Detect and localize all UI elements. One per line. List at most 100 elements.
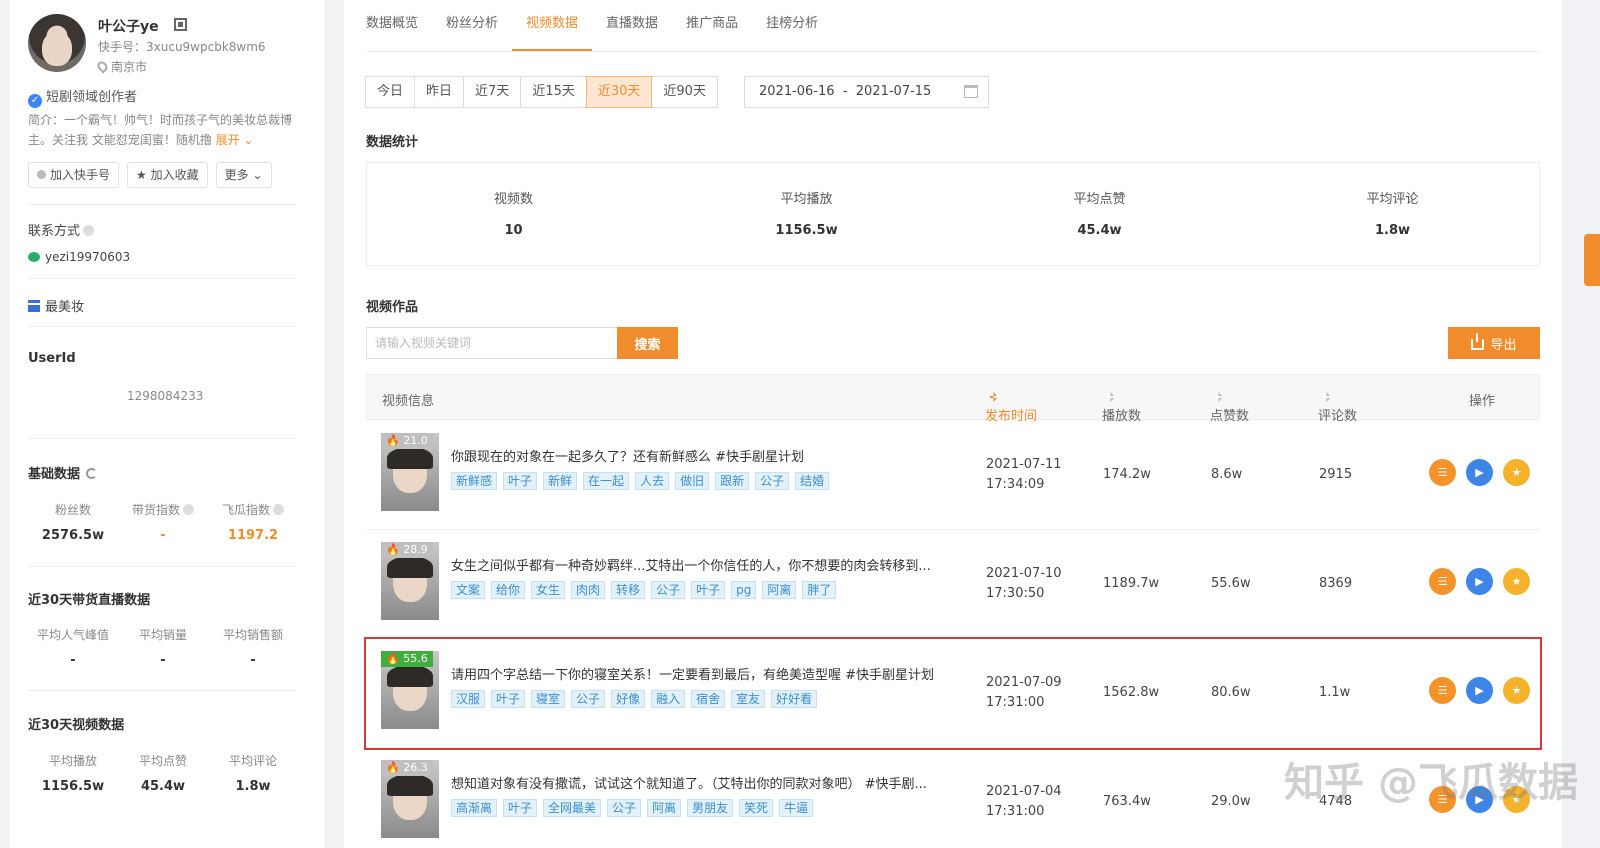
table-row: 🔥 21.0 你跟现在的对象在一起多久了？还有新鲜感么 #快手剧星计划 新鲜感 … (366, 421, 1540, 530)
video-tag[interactable]: 叶子 (691, 581, 726, 599)
add-kuaishou-button[interactable]: 加入快手号 (28, 162, 120, 188)
video-tag[interactable]: 男朋友 (687, 799, 734, 817)
video-search-input[interactable] (366, 327, 618, 359)
video-tag[interactable]: 阿离 (647, 799, 682, 817)
search-button[interactable]: 搜索 (617, 327, 678, 359)
video-tag[interactable]: 公子 (607, 799, 642, 817)
video-tag[interactable]: 公子 (571, 690, 606, 708)
tab-ranking[interactable]: 挂榜分析 (752, 0, 832, 51)
video-tag[interactable]: 公子 (651, 581, 686, 599)
tab-fans[interactable]: 粉丝分析 (432, 0, 512, 51)
video-title[interactable]: 请用四个字总结一下你的寝室关系！一定要看到最后，有绝美造型喔 #快手剧星计划 (451, 664, 966, 683)
star-icon[interactable]: ★ (1503, 568, 1530, 595)
tab-video-data[interactable]: 视频数据 (512, 0, 593, 51)
video-tag[interactable]: 叶子 (503, 472, 538, 490)
play-count: 174.2w (1103, 467, 1151, 482)
kuaishou-id: 快手号：3xucu9wpcbk8wm6 (98, 40, 266, 54)
profile-actions: 加入快手号 ★ 加入收藏 更多 ⌄ (28, 162, 272, 188)
location: 南京市 (95, 58, 147, 75)
video-tag[interactable]: 女生 (531, 581, 566, 599)
video-thumbnail[interactable]: 🔥 21.0 (381, 433, 439, 511)
video-tag[interactable]: pg (731, 581, 757, 599)
date-picker[interactable]: 2021-06-16 - 2021-07-15 (744, 76, 989, 108)
table-header: 视频信息 发布时间 播放数 点赞数 评论数 操作 (366, 374, 1540, 424)
video-tag[interactable]: 做旧 (675, 472, 710, 490)
detail-icon[interactable]: ☰ (1429, 459, 1456, 486)
video-thumbnail[interactable]: 🔥 55.6 (381, 651, 439, 729)
play-icon[interactable]: ▶ (1466, 677, 1493, 704)
info-icon[interactable] (83, 225, 95, 236)
video-tag[interactable]: 给你 (491, 581, 526, 599)
range-30d[interactable]: 近30天 (585, 76, 653, 108)
video-tag[interactable]: 人去 (635, 472, 670, 490)
video-tag[interactable]: 牛逼 (779, 799, 814, 817)
video-title[interactable]: 想知道对象有没有撒谎，试试这个就知道了。（艾特出你的同款对象吧） #快手剧... (451, 773, 966, 792)
info-icon[interactable] (183, 504, 194, 515)
th-likes[interactable]: 点赞数 (1210, 390, 1249, 424)
video-tags: 新鲜感 叶子 新鲜 在一起 人去 做旧 跟新 公子 结婚 (451, 472, 830, 490)
video-tag[interactable]: 新鲜感 (451, 472, 498, 490)
more-button[interactable]: 更多 ⌄ (215, 162, 272, 188)
divider (28, 326, 296, 327)
th-plays[interactable]: 播放数 (1102, 390, 1141, 424)
range-90d[interactable]: 近90天 (651, 76, 718, 108)
video-tag[interactable]: 在一起 (583, 472, 630, 490)
th-comments[interactable]: 评论数 (1318, 390, 1357, 424)
live30-title: 近30天带货直播数据 (28, 593, 151, 608)
export-icon (1471, 332, 1485, 350)
video-tag[interactable]: 全网最美 (543, 799, 602, 817)
video-tag[interactable]: 文案 (451, 581, 486, 599)
video-tag[interactable]: 室友 (731, 690, 766, 708)
detail-icon[interactable]: ☰ (1429, 568, 1456, 595)
video-title[interactable]: 女生之间似乎都有一种奇妙羁绊...艾特出一个你信任的人，你不想要的肉会转移到..… (451, 555, 966, 574)
play-icon[interactable]: ▶ (1466, 568, 1493, 595)
star-icon[interactable]: ★ (1503, 677, 1530, 704)
qrcode-icon[interactable] (174, 18, 187, 31)
tab-live-data[interactable]: 直播数据 (592, 0, 672, 51)
video-tag[interactable]: 结婚 (795, 472, 830, 490)
video-thumbnail[interactable]: 🔥 28.9 (381, 542, 439, 620)
star-icon[interactable]: ★ (1503, 459, 1530, 486)
divider (28, 204, 296, 205)
add-favorite-button[interactable]: ★ 加入收藏 (127, 162, 208, 188)
comment-count: 2915 (1319, 467, 1353, 482)
publish-time: 2021-07-04 17:31:00 (986, 784, 1062, 819)
range-15d[interactable]: 近15天 (520, 76, 587, 108)
video-thumbnail[interactable]: 🔥 26.3 (381, 760, 439, 838)
detail-icon[interactable]: ☰ (1429, 677, 1456, 704)
video-tag[interactable]: 好像 (611, 690, 646, 708)
video-tag[interactable]: 跟新 (715, 472, 750, 490)
floating-side-tab[interactable] (1584, 234, 1600, 286)
video-tag[interactable]: 叶子 (503, 799, 538, 817)
video-title[interactable]: 你跟现在的对象在一起多久了？还有新鲜感么 #快手剧星计划 (451, 446, 966, 465)
divider (28, 438, 296, 439)
video-tag[interactable]: 新鲜 (543, 472, 578, 490)
info-icon[interactable] (273, 504, 284, 515)
video-tag[interactable]: 宿舍 (691, 690, 726, 708)
range-yesterday[interactable]: 昨日 (414, 76, 465, 108)
th-publish-time[interactable]: 发布时间 (985, 390, 1037, 424)
video-tag[interactable]: 胖了 (802, 581, 837, 599)
video-tag[interactable]: 叶子 (491, 690, 526, 708)
bio-expand-link[interactable]: 展开 ⌄ (216, 133, 254, 147)
tab-overview[interactable]: 数据概览 (366, 0, 432, 51)
range-7d[interactable]: 近7天 (463, 76, 522, 108)
video-tag[interactable]: 寝室 (531, 690, 566, 708)
refresh-icon[interactable] (86, 468, 98, 479)
tab-products[interactable]: 推广商品 (672, 0, 752, 51)
video-tag[interactable]: 转移 (611, 581, 646, 599)
brand-row: 最美妆 (28, 296, 84, 315)
video-tag[interactable]: 肉肉 (571, 581, 606, 599)
export-button[interactable]: 导出 (1448, 327, 1540, 359)
video-tag[interactable]: 汉服 (451, 690, 486, 708)
video-tag[interactable]: 公子 (755, 472, 790, 490)
video-tag[interactable]: 好好看 (771, 690, 818, 708)
works-title: 视频作品 (366, 300, 419, 315)
range-today[interactable]: 今日 (365, 76, 416, 108)
video-tag[interactable]: 阿离 (762, 581, 797, 599)
video-tags: 高渐离 叶子 全网最美 公子 阿离 男朋友 笑死 牛逼 (451, 799, 814, 817)
video-tag[interactable]: 融入 (651, 690, 686, 708)
video-tag[interactable]: 高渐离 (451, 799, 498, 817)
play-icon[interactable]: ▶ (1466, 459, 1493, 486)
video-tag[interactable]: 笑死 (739, 799, 774, 817)
